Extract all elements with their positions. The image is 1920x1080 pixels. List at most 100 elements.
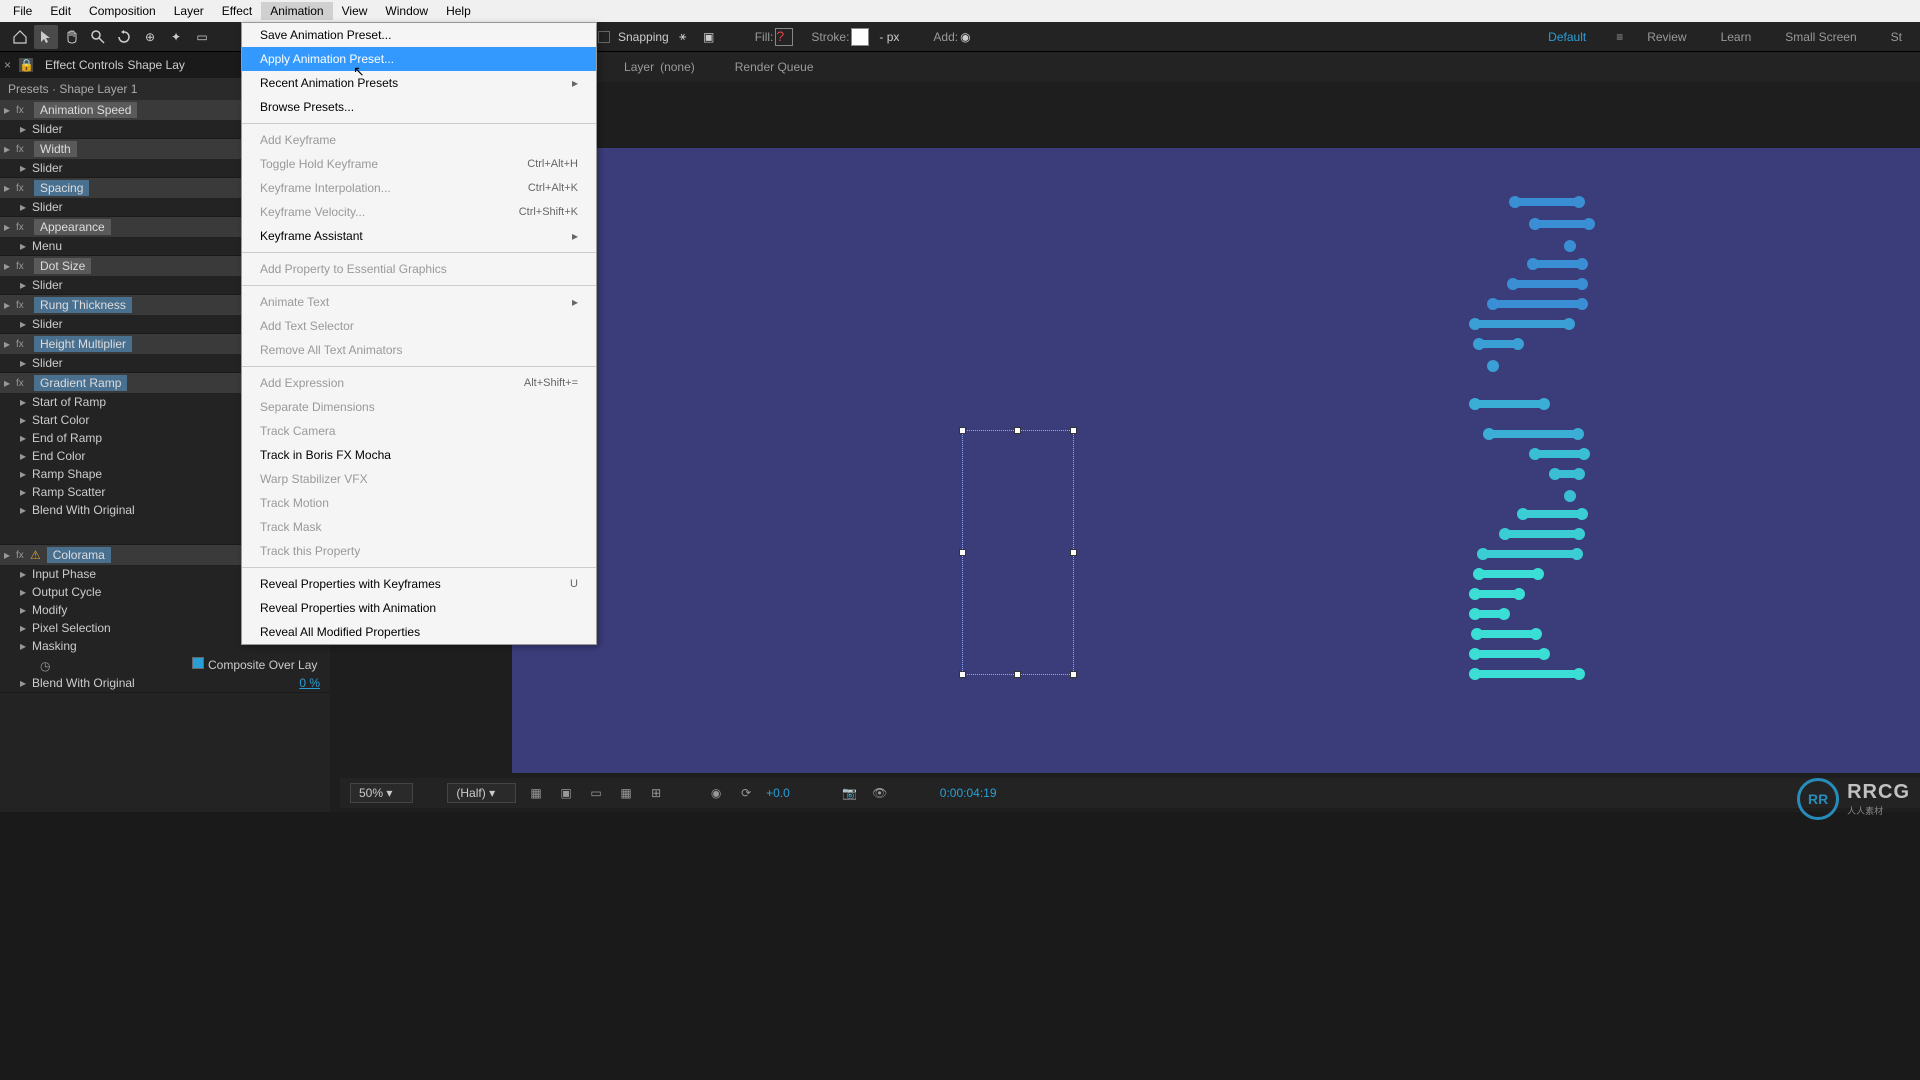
- disclosure-icon[interactable]: ▸: [20, 122, 32, 136]
- camera-tool[interactable]: ⊕: [138, 25, 162, 49]
- workspace-menu-icon[interactable]: ≡: [1616, 30, 1623, 44]
- disclosure-icon[interactable]: ▸: [20, 467, 32, 481]
- zoom-tool[interactable]: [86, 25, 110, 49]
- show-snapshot-icon[interactable]: 👁: [870, 783, 890, 803]
- pan-behind-tool[interactable]: ✦: [164, 25, 188, 49]
- disclosure-icon[interactable]: ▸: [20, 395, 32, 409]
- snapshot-icon[interactable]: 📷: [840, 783, 860, 803]
- disclosure-icon[interactable]: ▸: [20, 161, 32, 175]
- hand-tool[interactable]: [60, 25, 84, 49]
- menu-file[interactable]: File: [4, 2, 41, 20]
- lock-icon[interactable]: 🔒: [19, 58, 33, 72]
- disclosure-icon[interactable]: ▸: [20, 413, 32, 427]
- workspace-review[interactable]: Review: [1637, 28, 1696, 46]
- disclosure-icon[interactable]: ▸: [20, 621, 32, 635]
- stopwatch-icon[interactable]: ◷: [40, 659, 52, 671]
- effect-controls-tab[interactable]: Effect Controls Shape Lay: [37, 54, 193, 76]
- workspace-learn[interactable]: Learn: [1711, 28, 1762, 46]
- mask-icon[interactable]: ▣: [556, 783, 576, 803]
- disclosure-icon[interactable]: ▸: [20, 278, 32, 292]
- fx-icon[interactable]: fx: [16, 105, 30, 116]
- disclosure-icon[interactable]: ▸: [20, 239, 32, 253]
- fx-icon[interactable]: fx: [16, 550, 30, 561]
- checkbox[interactable]: [192, 657, 204, 669]
- layer-tab[interactable]: Layer (none): [624, 60, 695, 74]
- menu-item-reveal-properties-with-keyframes[interactable]: Reveal Properties with KeyframesU: [242, 572, 596, 596]
- rotate-tool[interactable]: [112, 25, 136, 49]
- disclosure-icon[interactable]: ▸: [4, 376, 16, 390]
- render-queue-tab[interactable]: Render Queue: [735, 60, 814, 74]
- disclosure-icon[interactable]: ▸: [4, 142, 16, 156]
- roi-icon[interactable]: ▭: [586, 783, 606, 803]
- fx-icon[interactable]: fx: [16, 300, 30, 311]
- disclosure-icon[interactable]: ▸: [20, 485, 32, 499]
- menu-item-reveal-all-modified-properties[interactable]: Reveal All Modified Properties: [242, 620, 596, 644]
- workspace-small-screen[interactable]: Small Screen: [1775, 28, 1866, 46]
- add-button-icon[interactable]: ◉: [960, 30, 970, 44]
- menu-animation[interactable]: Animation: [261, 2, 332, 20]
- disclosure-icon[interactable]: ▸: [20, 503, 32, 517]
- fx-icon[interactable]: fx: [16, 183, 30, 194]
- selection-box[interactable]: [962, 430, 1074, 675]
- snapping-checkbox[interactable]: [598, 31, 610, 43]
- fx-icon[interactable]: fx: [16, 261, 30, 272]
- fx-icon[interactable]: fx: [16, 378, 30, 389]
- menu-help[interactable]: Help: [437, 2, 480, 20]
- fx-icon[interactable]: fx: [16, 144, 30, 155]
- disclosure-icon[interactable]: ▸: [4, 220, 16, 234]
- disclosure-icon[interactable]: ▸: [4, 181, 16, 195]
- stroke-swatch[interactable]: [851, 28, 869, 46]
- menu-layer[interactable]: Layer: [165, 2, 213, 20]
- home-tool[interactable]: [8, 25, 32, 49]
- grid-icon[interactable]: ▦: [616, 783, 636, 803]
- close-tab-icon[interactable]: ×: [4, 58, 11, 72]
- disclosure-icon[interactable]: ▸: [4, 103, 16, 117]
- zoom-select[interactable]: 50% ▾: [350, 783, 413, 803]
- disclosure-icon[interactable]: ▸: [20, 356, 32, 370]
- menu-item-apply-animation-preset-[interactable]: Apply Animation Preset...: [242, 47, 596, 71]
- resolution-select[interactable]: (Half) ▾: [447, 783, 516, 803]
- menu-item-save-animation-preset-[interactable]: Save Animation Preset...: [242, 23, 596, 47]
- boundary-icon[interactable]: ▣: [697, 25, 721, 49]
- timeline-panel[interactable]: [0, 812, 1920, 1080]
- disclosure-icon[interactable]: ▸: [20, 676, 32, 690]
- disclosure-icon[interactable]: ▸: [4, 259, 16, 273]
- disclosure-icon[interactable]: ▸: [20, 585, 32, 599]
- menu-item-recent-animation-presets[interactable]: Recent Animation Presets▸: [242, 71, 596, 95]
- color-mgmt-icon[interactable]: ◉: [706, 783, 726, 803]
- menu-item-track-in-boris-fx-mocha[interactable]: Track in Boris FX Mocha: [242, 443, 596, 467]
- fx-icon[interactable]: fx: [16, 222, 30, 233]
- menu-item-reveal-properties-with-animation[interactable]: Reveal Properties with Animation: [242, 596, 596, 620]
- selection-tool[interactable]: [34, 25, 58, 49]
- menu-effect[interactable]: Effect: [213, 2, 261, 20]
- menu-composition[interactable]: Composition: [80, 2, 165, 20]
- reset-exposure-icon[interactable]: ⟳: [736, 783, 756, 803]
- disclosure-icon[interactable]: ▸: [4, 337, 16, 351]
- shape-tool[interactable]: ▭: [190, 25, 214, 49]
- snap-options-icon[interactable]: ⚹: [671, 25, 695, 49]
- timecode[interactable]: 0:00:04:19: [940, 786, 997, 800]
- disclosure-icon[interactable]: ▸: [20, 603, 32, 617]
- workspace-default[interactable]: Default: [1538, 28, 1596, 46]
- composition-viewer[interactable]: [512, 148, 1920, 773]
- fx-icon[interactable]: fx: [16, 339, 30, 350]
- menu-item-browse-presets-[interactable]: Browse Presets...: [242, 95, 596, 119]
- workspace-st[interactable]: St: [1881, 28, 1912, 46]
- disclosure-icon[interactable]: ▸: [20, 200, 32, 214]
- fill-swatch[interactable]: ?: [775, 28, 793, 46]
- disclosure-icon[interactable]: ▸: [20, 639, 32, 653]
- prop-value[interactable]: 0 %: [299, 676, 326, 690]
- disclosure-icon[interactable]: ▸: [4, 298, 16, 312]
- disclosure-icon[interactable]: ▸: [20, 317, 32, 331]
- disclosure-icon[interactable]: ▸: [4, 548, 16, 562]
- menu-view[interactable]: View: [333, 2, 377, 20]
- stroke-px[interactable]: - px: [879, 30, 899, 44]
- disclosure-icon[interactable]: ▸: [20, 431, 32, 445]
- menu-window[interactable]: Window: [376, 2, 437, 20]
- channel-icon[interactable]: ⊞: [646, 783, 666, 803]
- menu-edit[interactable]: Edit: [41, 2, 80, 20]
- exposure-value[interactable]: +0.0: [766, 786, 790, 800]
- transparency-grid-icon[interactable]: ▦: [526, 783, 546, 803]
- disclosure-icon[interactable]: ▸: [20, 449, 32, 463]
- disclosure-icon[interactable]: ▸: [20, 567, 32, 581]
